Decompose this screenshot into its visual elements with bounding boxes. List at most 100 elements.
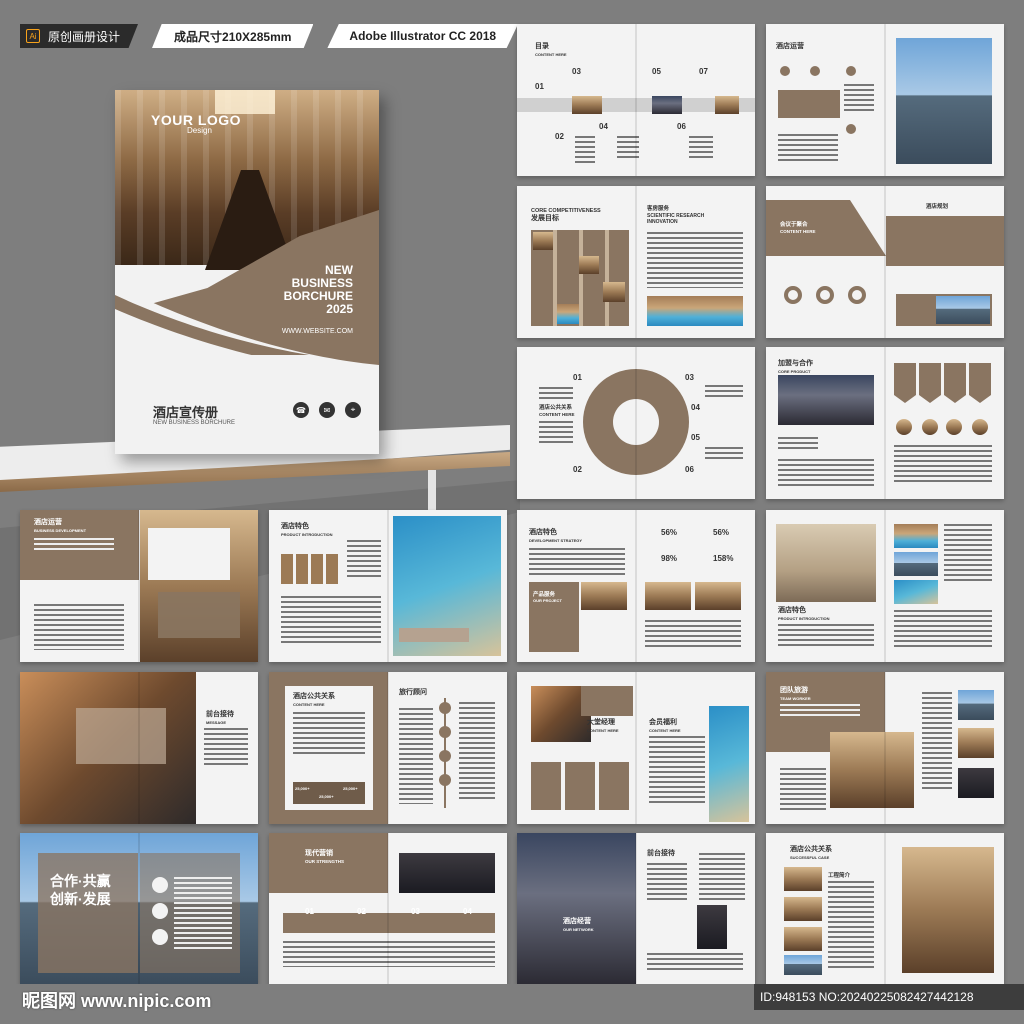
table-leg bbox=[428, 470, 436, 512]
spread-title-right: 旅行顾问 bbox=[399, 689, 427, 696]
spread-front-desk-1: 前台接待 MESSAGE bbox=[20, 672, 258, 824]
spread-hotel-network: 酒店经营 OUR NETWORK 前台接待 bbox=[517, 833, 755, 985]
spread-subtitle: PRODUCT INTRODUCTION bbox=[778, 616, 830, 621]
spread-title: 现代营销 bbox=[305, 850, 333, 857]
strength-number: 03 bbox=[411, 907, 420, 916]
spread-title-right: 酒店规划 bbox=[926, 204, 949, 210]
stat-value: 158% bbox=[713, 554, 734, 563]
wheel-number: 01 bbox=[573, 373, 582, 382]
watermark-id: ID:948153 NO:20240225082427442128 bbox=[754, 984, 1024, 1010]
spread-title: 目录 bbox=[535, 43, 549, 50]
spread-subtitle: CONTENT HERE bbox=[587, 728, 619, 733]
spread-hotel-features-3: 酒店特色 PRODUCT INTRODUCTION bbox=[766, 510, 1004, 662]
spread-subtitle: OUR STRENGTHS bbox=[305, 859, 345, 864]
spread-title: 团队旅游 bbox=[780, 687, 808, 694]
spread-subtitle: CONTENT HERE bbox=[780, 229, 816, 234]
stat-value: 56% bbox=[713, 528, 730, 537]
slogan-line: 合作·共赢 bbox=[50, 873, 111, 889]
spread-title: 酒店特色 bbox=[281, 523, 309, 530]
spread-core-competitiveness: CORE COMPETITIVENESS 发展目标 客房服务 SCIENTIFI… bbox=[517, 186, 755, 338]
spread-subtitle: CONTENT HERE bbox=[293, 702, 325, 707]
spread-title: 会议于聚合 bbox=[780, 222, 808, 228]
contents-number: 04 bbox=[599, 122, 608, 131]
contents-number: 06 bbox=[677, 122, 686, 131]
spread-subtitle: PRODUCT INTRODUCTION bbox=[281, 532, 333, 537]
slogan-line: 创新·发展 bbox=[50, 891, 111, 907]
contents-number: 05 bbox=[652, 67, 661, 76]
banner-original-design: Ai 原创画册设计 bbox=[20, 24, 139, 48]
box-subtitle: OUR PROJECT bbox=[533, 598, 562, 603]
case-title: 工程简介 bbox=[828, 873, 851, 879]
spread-hotel-features-2: 酒店特色 DEVELOPMENT STRATEGY 产品服务 OUR PROJE… bbox=[517, 510, 755, 662]
spread-contents: 目录 CONTENT HERE 03 05 07 01 02 04 06 bbox=[517, 24, 755, 176]
stat-value: 56% bbox=[661, 528, 678, 537]
cover-title-line: 2025 bbox=[326, 302, 353, 316]
contents-number: 07 bbox=[699, 67, 708, 76]
wheel-number: 02 bbox=[573, 465, 582, 474]
cover-contact-icons: ☎ ✉ ⌖ bbox=[293, 402, 361, 418]
wheel-number: 03 bbox=[685, 373, 694, 382]
spread-hotel-operation-1: 酒店运营 bbox=[766, 24, 1004, 176]
wheel-number: 04 bbox=[691, 403, 700, 412]
cover-chinese-title: 酒店宣传册 bbox=[153, 405, 219, 420]
spread-subtitle: SUCCESSFUL CASE bbox=[790, 855, 830, 860]
wheel-number: 05 bbox=[691, 433, 700, 442]
spread-public-relations-2: 酒店公共关系 CONTENT HERE 25,000+ 25,000+ 25,0… bbox=[269, 672, 507, 824]
spread-title: 酒店运营 bbox=[776, 43, 804, 50]
stat-value: 25,000+ bbox=[295, 786, 310, 791]
strength-number: 04 bbox=[463, 907, 472, 916]
illustrator-icon: Ai bbox=[26, 29, 40, 43]
spread-subtitle: CONTENT HERE bbox=[535, 52, 567, 57]
spread-title: 酒店公共关系 bbox=[790, 846, 832, 853]
spread-title-right: 客房服务 bbox=[647, 206, 670, 212]
spread-title: 酒店特色 bbox=[778, 607, 806, 614]
spread-subtitle: OUR NETWORK bbox=[563, 927, 594, 932]
banner-size: 成品尺寸210X285mm bbox=[152, 24, 314, 48]
stat-value: 25,000+ bbox=[343, 786, 358, 791]
strength-number: 02 bbox=[357, 907, 366, 916]
spread-title: 酒店特色 bbox=[529, 529, 557, 536]
spread-title: 酒店运营 bbox=[34, 519, 62, 526]
wheel-center-subtitle: CONTENT HERE bbox=[539, 412, 575, 417]
spread-successful-case: 酒店公共关系 SUCCESSFUL CASE 工程简介 bbox=[766, 833, 1004, 985]
contents-number: 03 bbox=[572, 67, 581, 76]
spread-hotel-operation-2: 酒店运营 BUSINESS DEVELOPMENT bbox=[20, 510, 258, 662]
wheel-number: 06 bbox=[685, 465, 694, 474]
spread-subtitle: TEAM WORKER bbox=[780, 696, 811, 701]
spread-title-right: 会员福利 bbox=[649, 719, 677, 726]
spread-subtitle: DEVELOPMENT STRATEGY bbox=[529, 538, 583, 543]
spread-subtitle: INNOVATION bbox=[647, 219, 678, 225]
contents-number: 01 bbox=[535, 82, 544, 91]
spread-franchise: 加盟与合作 CORE PRODUCT bbox=[766, 347, 1004, 499]
spread-subtitle: MESSAGE bbox=[206, 720, 227, 725]
spread-subtitle: BUSINESS DEVELOPMENT bbox=[34, 528, 87, 533]
spread-hotel-planning: 会议于聚合 CONTENT HERE 酒店规划 bbox=[766, 186, 1004, 338]
spread-title-en: CORE COMPETITIVENESS bbox=[531, 208, 601, 214]
mail-icon: ✉ bbox=[319, 402, 335, 418]
spread-cooperation: 合作·共赢 创新·发展 bbox=[20, 833, 258, 985]
spread-title-right: 前台接待 bbox=[647, 850, 675, 857]
spread-public-relations-wheel: 酒店公共关系 CONTENT HERE 01 02 03 04 05 06 bbox=[517, 347, 755, 499]
spread-title: 大堂经理 bbox=[587, 719, 615, 726]
spread-subtitle: CONTENT HERE bbox=[649, 728, 681, 733]
watermark-site: 昵图网 www.nipic.com bbox=[22, 991, 212, 1011]
cover-english-title: NEW BUSINESS BORCHURE bbox=[153, 420, 236, 426]
spread-title: 前台接待 bbox=[206, 711, 234, 718]
spread-lobby-manager: 大堂经理 CONTENT HERE 会员福利 CONTENT HERE bbox=[517, 672, 755, 824]
stat-value: 98% bbox=[661, 554, 678, 563]
cover-title: NEW BUSINESS BORCHURE 2025 bbox=[284, 264, 353, 316]
spread-team-tourism: 团队旅游 TEAM WORKER bbox=[766, 672, 1004, 824]
spread-hotel-features-1: 酒店特色 PRODUCT INTRODUCTION bbox=[269, 510, 507, 662]
top-banner: Ai 原创画册设计 成品尺寸210X285mm Adobe Illustrato… bbox=[20, 24, 519, 48]
spread-modern-marketing: 现代营销 OUR STRENGTHS 01 02 03 04 bbox=[269, 833, 507, 985]
phone-icon: ☎ bbox=[293, 402, 309, 418]
stat-value: 25,000+ bbox=[319, 794, 334, 799]
wheel-center-title: 酒店公共关系 bbox=[539, 405, 573, 411]
cover-logo-sub: Design bbox=[187, 126, 212, 135]
spread-title: 酒店公共关系 bbox=[293, 693, 335, 700]
banner-software: Adobe Illustrator CC 2018 bbox=[327, 24, 519, 48]
brochure-cover: YOUR LOGO Design NEW BUSINESS BORCHURE 2… bbox=[115, 90, 379, 454]
cover-website: WWW.WEBSITE.COM bbox=[281, 328, 353, 335]
strength-number: 01 bbox=[305, 907, 314, 916]
spread-title: 发展目标 bbox=[531, 215, 559, 222]
